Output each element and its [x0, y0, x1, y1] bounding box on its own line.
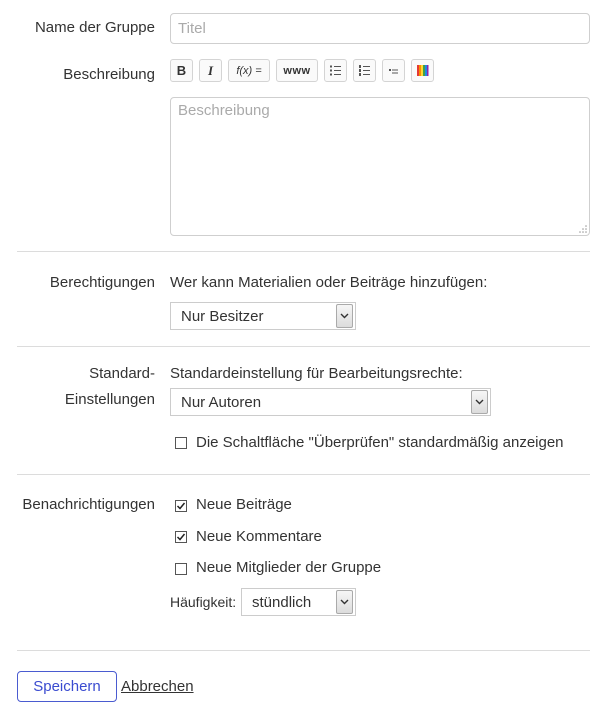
chevron-down-icon[interactable]	[471, 390, 488, 414]
edit-rights-select[interactable]: Nur Autoren	[170, 388, 491, 416]
numbered-list-button[interactable]	[353, 59, 376, 82]
new-posts-checkbox[interactable]	[175, 500, 187, 512]
review-button-checkbox[interactable]	[175, 437, 187, 449]
permissions-question: Wer kann Materialien oder Beiträge hinzu…	[170, 274, 488, 291]
divider	[17, 650, 590, 651]
link-icon: www	[283, 64, 311, 77]
chevron-down-icon[interactable]	[336, 590, 353, 614]
new-posts-label: Neue Beiträge	[196, 496, 292, 513]
defaults-label-line1: Standard-	[89, 365, 155, 382]
indent-list-icon	[389, 69, 398, 74]
divider	[17, 251, 590, 252]
description-textarea[interactable]	[170, 97, 590, 236]
description-label: Beschreibung	[63, 66, 155, 83]
permissions-select[interactable]: Nur Besitzer	[170, 302, 356, 330]
bullet-list-button[interactable]	[324, 59, 347, 82]
new-comments-label: Neue Kommentare	[196, 528, 322, 545]
group-name-label: Name der Gruppe	[34, 19, 155, 36]
save-button[interactable]: Speichern	[17, 671, 117, 702]
defaults-label-line2: Einstellungen	[64, 391, 155, 408]
indent-list-button[interactable]	[382, 59, 405, 82]
group-name-input[interactable]	[170, 13, 590, 44]
new-comments-checkbox[interactable]	[175, 531, 187, 543]
bullet-list-icon	[330, 65, 341, 76]
chevron-down-icon[interactable]	[336, 304, 353, 328]
save-button-label: Speichern	[33, 678, 101, 695]
checkmark-icon	[176, 502, 186, 510]
permissions-select-value: Nur Besitzer	[181, 307, 264, 325]
defaults-question: Standardeinstellung für Bearbeitungsrech…	[170, 365, 463, 382]
color-palette-icon	[417, 65, 429, 76]
formula-icon: f(x) =	[236, 64, 262, 77]
notifications-label: Benachrichtigungen	[22, 496, 155, 513]
numbered-list-icon	[359, 65, 370, 76]
frequency-label: Häufigkeit:	[170, 594, 237, 610]
frequency-select-value: stündlich	[252, 593, 312, 611]
checkmark-icon	[176, 533, 186, 541]
italic-button[interactable]: I	[199, 59, 222, 82]
edit-rights-select-value: Nur Autoren	[181, 393, 262, 411]
bold-icon: B	[176, 63, 187, 78]
bold-button[interactable]: B	[170, 59, 193, 82]
cancel-link[interactable]: Abbrechen	[121, 677, 194, 697]
color-button[interactable]	[411, 59, 434, 82]
permissions-label: Berechtigungen	[49, 274, 155, 291]
italic-icon: I	[207, 62, 214, 78]
frequency-select[interactable]: stündlich	[241, 588, 356, 616]
divider	[17, 474, 590, 475]
formula-button[interactable]: f(x) =	[228, 59, 270, 82]
new-members-label: Neue Mitglieder der Gruppe	[196, 559, 382, 576]
link-button[interactable]: www	[276, 59, 318, 82]
review-button-checkbox-label: Die Schaltfläche "Überprüfen" standardmä…	[196, 434, 564, 451]
new-members-checkbox[interactable]	[175, 563, 187, 575]
resize-handle-icon[interactable]	[579, 225, 587, 233]
divider	[17, 346, 590, 347]
